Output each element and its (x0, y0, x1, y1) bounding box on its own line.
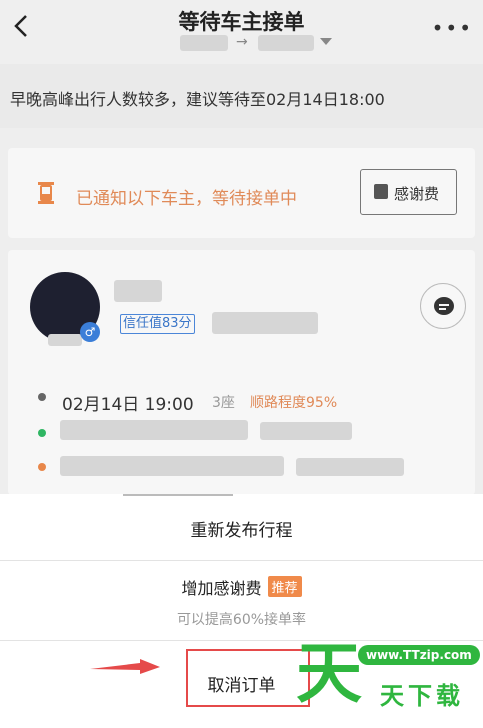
notice-text: 早晚高峰出行人数较多，建议等待至02月14日18:00 (10, 90, 385, 109)
republish-trip-option[interactable]: 重新发布行程 (0, 494, 483, 561)
route-destination-redacted (258, 35, 314, 51)
thanks-fee-label: 感谢费 (394, 185, 440, 203)
driver-name-redacted (114, 280, 162, 302)
route-arrow-icon: → (236, 34, 248, 50)
route-selector[interactable]: → (180, 32, 340, 54)
thanks-fee-button[interactable]: 感谢费 (360, 169, 457, 215)
seat-count: 3座 (212, 395, 235, 411)
gender-male-icon: ♂ (80, 322, 100, 342)
add-thanks-fee-label: 增加感谢费 (181, 579, 262, 598)
avatar-caption-redacted (48, 334, 82, 346)
add-thanks-fee-title: 增加感谢费 推荐 (0, 575, 483, 599)
add-thanks-fee-subtitle: 可以提高60%接单率 (176, 612, 307, 628)
chat-bubble-icon (434, 297, 454, 315)
origin-dot-icon (38, 429, 46, 437)
hourglass-icon (38, 182, 54, 204)
origin-distance-redacted (260, 422, 352, 440)
trust-score-badge: 信任值83分 (120, 314, 195, 334)
sheet-handle[interactable] (123, 494, 233, 496)
car-info-redacted (212, 312, 318, 334)
republish-trip-label: 重新发布行程 (190, 521, 293, 541)
watermark-text: 天下载 (380, 682, 464, 710)
chat-button[interactable] (420, 283, 466, 329)
top-bar: 等待车主接单 → ••• (0, 0, 483, 64)
destination-distance-redacted (296, 458, 404, 476)
trip-time: 02月14日 19:00 (62, 395, 194, 415)
origin-address-redacted (60, 420, 248, 440)
route-origin-redacted (180, 35, 228, 51)
add-thanks-fee-option[interactable]: 增加感谢费 推荐 可以提高60%接单率 (0, 561, 483, 641)
destination-dot-icon (38, 463, 46, 471)
annotation-arrow-icon (90, 659, 160, 674)
peak-hour-notice: 早晚高峰出行人数较多，建议等待至02月14日18:00 (0, 64, 483, 128)
recommend-badge: 推荐 (267, 576, 302, 597)
waiting-message: 已通知以下车主，等待接单中 (76, 189, 297, 209)
chevron-down-icon (320, 38, 332, 45)
destination-address-redacted (60, 456, 284, 476)
route-match-rate: 顺路程度95% (250, 395, 338, 411)
driver-card: ♂ 信任值83分 02月14日 19:00 3座 顺路程度95% (8, 250, 475, 495)
wallet-icon (374, 184, 388, 199)
watermark-url: www.TTzip.com (358, 645, 480, 665)
more-dots-icon[interactable]: ••• (432, 16, 473, 40)
highlight-box (186, 649, 310, 707)
clock-icon (38, 393, 46, 401)
status-card: 已通知以下车主，等待接单中 感谢费 (8, 148, 475, 238)
watermark-logo: 天 www.TTzip.com 天下载 (296, 635, 483, 728)
watermark-big-char: 天 (296, 635, 362, 712)
